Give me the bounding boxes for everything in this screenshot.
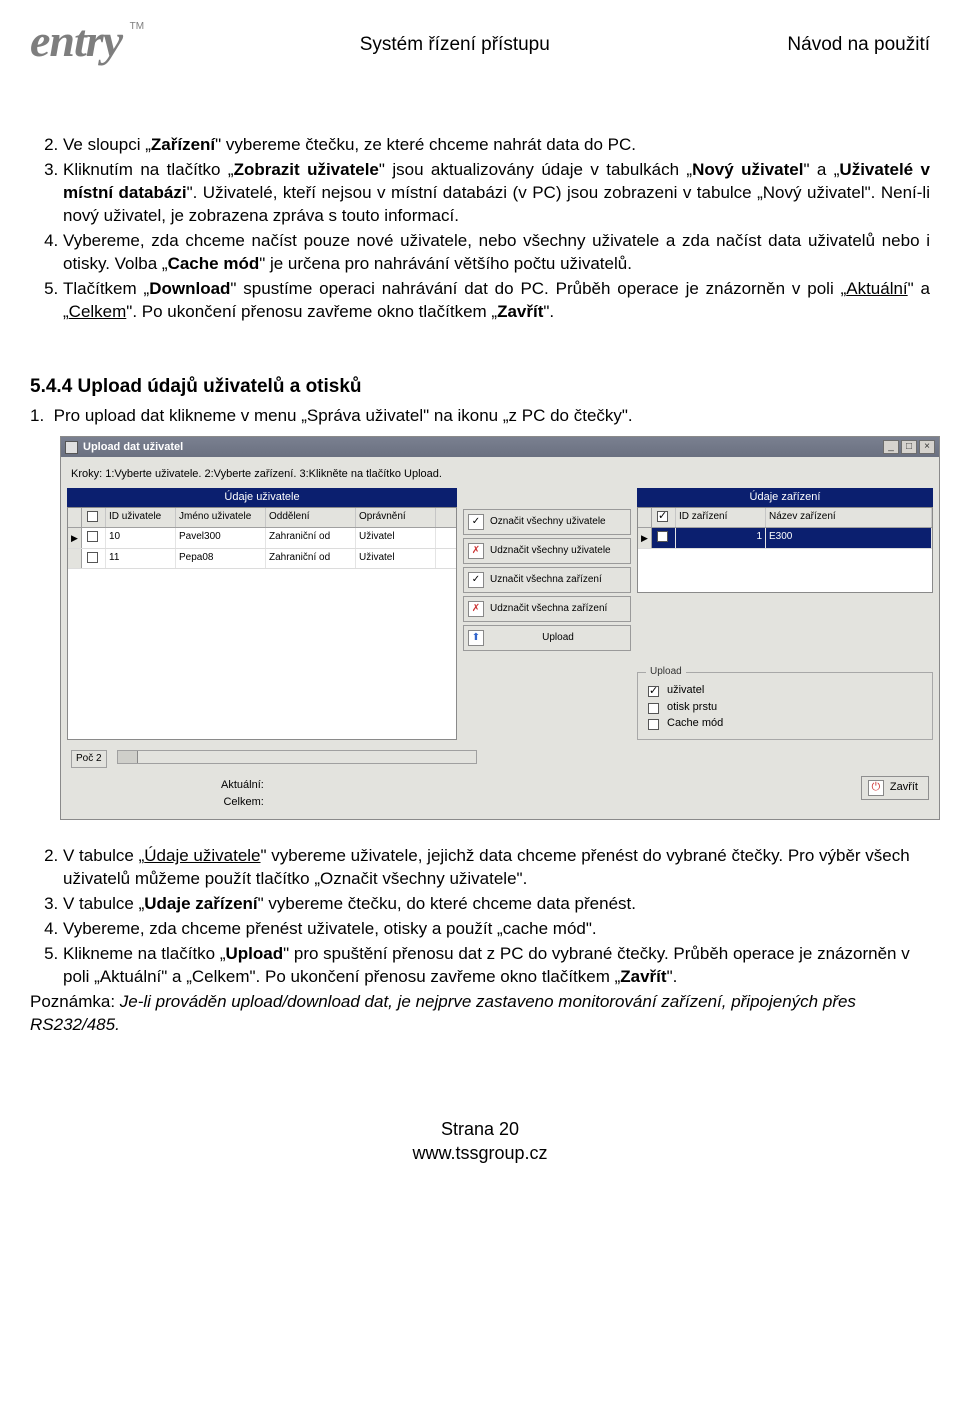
list-item: Klikneme na tlačítko „Upload" pro spuště… [63, 943, 930, 989]
scrollbar[interactable] [117, 750, 477, 764]
user-table-panel: Údaje uživatele ID uživatele Jméno uživa… [67, 488, 457, 740]
deselect-all-devices-button[interactable]: ✗Udznačit všechna zařízení [463, 596, 631, 622]
note-text: Poznámka: Je-li prováděn upload/download… [30, 991, 930, 1037]
upload-button[interactable]: ⬆Upload [463, 625, 631, 651]
logo: entry TM [30, 18, 122, 64]
instruction-list-1: Ve sloupci „Zařízení" vybereme čtečku, z… [30, 134, 930, 324]
window-icon [65, 441, 78, 454]
count-label: Poč 2 [71, 750, 107, 768]
list-item: V tabulce „Údaje uživatele" vybereme uži… [63, 845, 930, 891]
steps-text: Kroky: 1:Vyberte uživatele. 2:Vyberte za… [61, 457, 939, 488]
row-checkbox[interactable] [87, 552, 98, 563]
device-table[interactable]: ID zařízení Název zařízení ▶ 1 E300 [637, 507, 933, 593]
user-table-title: Údaje uživatele [67, 488, 457, 507]
table-row[interactable]: ▶ 1 E300 [638, 528, 932, 549]
row-checkbox[interactable] [657, 531, 668, 542]
upload-icon: ⬆ [468, 630, 484, 646]
window-titlebar: Upload dat uživatel _ □ × [61, 437, 939, 457]
list2-item1: 1. Pro upload dat klikneme v menu „Správ… [30, 405, 930, 428]
check-user[interactable] [648, 686, 659, 697]
page-number: Strana 20 [30, 1117, 930, 1141]
deselect-all-users-button[interactable]: ✗Udznačit všechny uživatele [463, 538, 631, 564]
check-cache-mode[interactable] [648, 719, 659, 730]
row-checkbox[interactable] [87, 531, 98, 542]
header-title: Systém řízení přístupu [122, 18, 787, 58]
page-footer: Strana 20 www.tssgroup.cz [30, 1117, 930, 1166]
instruction-list-2: V tabulce „Údaje uživatele" vybereme uži… [30, 845, 930, 989]
section-heading: 5.4.4 Upload údajů uživatelů a otisků [30, 374, 930, 400]
action-button-column: ✓Označit všechny uživatele ✗Udznačit vše… [463, 488, 631, 740]
select-all-devices-button[interactable]: ✓Uznačit všechna zařízení [463, 567, 631, 593]
progress-labels: Aktuální: Celkem: [71, 776, 272, 810]
header-right: Návod na použití [787, 18, 930, 58]
close-button[interactable]: × [919, 440, 935, 454]
check-all-users[interactable] [87, 511, 98, 522]
table-row[interactable]: ▶ 10 Pavel300 Zahraniční od Uživatel [68, 528, 456, 549]
list-item: Ve sloupci „Zařízení" vybereme čtečku, z… [63, 134, 930, 157]
list-item: V tabulce „Udaje zařízení" vybereme čteč… [63, 893, 930, 916]
close-dialog-button[interactable]: ⏻ Zavřít [861, 776, 929, 800]
uncheck-icon: ✗ [468, 543, 484, 559]
user-table[interactable]: ID uživatele Jméno uživatele Oddělení Op… [67, 507, 457, 741]
upload-box-title: Upload [646, 665, 686, 679]
list-item: Vybereme, zda chceme načíst pouze nové u… [63, 230, 930, 276]
logo-text: entry [30, 15, 122, 66]
footer-url: www.tssgroup.cz [30, 1141, 930, 1165]
list-item: Tlačítkem „Download" spustíme operaci na… [63, 278, 930, 324]
uncheck-icon: ✗ [468, 601, 484, 617]
window-footer: Poč 2 [61, 746, 939, 776]
select-all-users-button[interactable]: ✓Označit všechny uživatele [463, 509, 631, 535]
page-header: entry TM Systém řízení přístupu Návod na… [30, 18, 930, 64]
minimize-button[interactable]: _ [883, 440, 899, 454]
window-title: Upload dat uživatel [83, 440, 183, 455]
upload-window: Upload dat uživatel _ □ × Kroky: 1:Vyber… [60, 436, 940, 820]
maximize-button[interactable]: □ [901, 440, 917, 454]
close-icon: ⏻ [868, 780, 884, 796]
upload-options-box: Upload uživatel otisk prstu Cache mód [637, 672, 933, 741]
logo-tm: TM [130, 20, 144, 34]
list-item: Kliknutím na tlačítko „Zobrazit uživatel… [63, 159, 930, 228]
device-panel: Údaje zařízení ID zařízení Název zařízen… [637, 488, 933, 740]
table-row[interactable]: 11 Pepa08 Zahraniční od Uživatel [68, 549, 456, 570]
device-table-title: Údaje zařízení [637, 488, 933, 507]
check-fingerprint[interactable] [648, 703, 659, 714]
check-all-devices[interactable] [657, 511, 668, 522]
check-icon: ✓ [468, 572, 484, 588]
check-icon: ✓ [468, 514, 484, 530]
list-item: Vybereme, zda chceme přenést uživatele, … [63, 918, 930, 941]
